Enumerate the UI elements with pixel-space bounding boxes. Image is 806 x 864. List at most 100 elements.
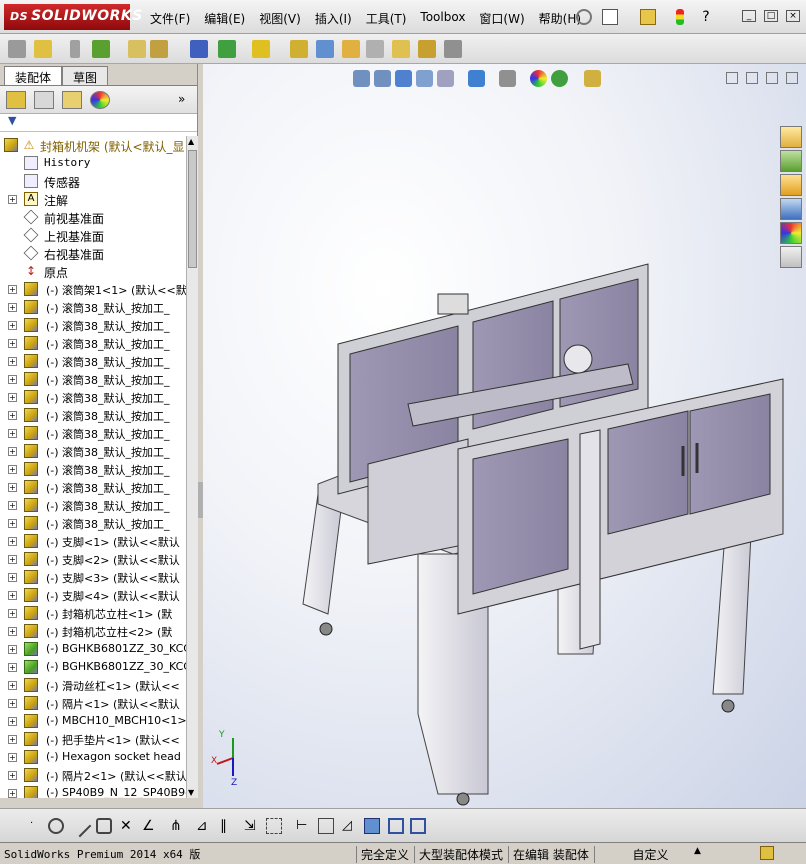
appearance-icon[interactable] (530, 70, 547, 87)
front-post[interactable] (579, 429, 601, 650)
triangle-icon[interactable]: ◿ (342, 818, 358, 834)
component-row[interactable]: + (-) 支脚<2> (默认<<默认 (0, 550, 186, 568)
expand-icon[interactable]: + (8, 429, 17, 438)
restore-icon[interactable]: □ (764, 10, 778, 22)
component-row[interactable]: + (-) BGHKB6801ZZ_30_KCC_ (0, 640, 186, 658)
filter-icon[interactable]: ▼ (8, 114, 16, 127)
component-row[interactable]: + (-) 支脚<1> (默认<<默认 (0, 532, 186, 550)
expand-icon[interactable]: + (8, 357, 17, 366)
open-icon[interactable] (640, 9, 656, 25)
expand-icon[interactable]: + (8, 627, 17, 636)
component-row[interactable]: + (-) 封箱机芯立柱<1> (默 (0, 604, 186, 622)
tree-item[interactable]: + A 注解 (0, 190, 186, 208)
component-row[interactable]: + (-) 滚筒38_默认_按加工_ (0, 334, 186, 352)
view-orientation-icon[interactable] (468, 70, 485, 87)
tree-item[interactable]: History (0, 154, 186, 172)
update-speedpak-icon[interactable] (418, 40, 436, 58)
expand-icon[interactable]: + (8, 681, 17, 690)
window-icon[interactable] (388, 818, 404, 834)
expand-icon[interactable]: + (8, 735, 17, 744)
angle-icon[interactable]: ∠ (142, 818, 158, 834)
instant3d-icon[interactable] (392, 40, 410, 58)
configuration-manager-icon[interactable] (62, 91, 82, 109)
paperclip-icon[interactable] (70, 40, 80, 58)
solidworks-logo[interactable]: DS SOLIDWORKS (4, 4, 142, 30)
close-icon[interactable]: × (786, 10, 800, 22)
display-manager-icon[interactable] (90, 91, 110, 109)
grid-icon[interactable] (266, 818, 282, 834)
menu-file[interactable]: 文件(F) (150, 10, 190, 27)
assembly-model[interactable] (288, 194, 788, 814)
component-row[interactable]: + (-) 滚筒38_默认_按加工_ (0, 298, 186, 316)
expand-icon[interactable]: + (8, 303, 17, 312)
circle-icon[interactable] (48, 818, 64, 834)
component-row[interactable]: + (-) 滚筒架1<1> (默认<<默 (0, 280, 186, 298)
tree-item[interactable]: 传感器 (0, 172, 186, 190)
help-icon[interactable]: ? (698, 9, 714, 25)
tree-item[interactable]: 上视基准面 (0, 226, 186, 244)
design-library-icon[interactable] (780, 150, 802, 172)
component-row[interactable]: + (-) 滚筒38_默认_按加工_ (0, 424, 186, 442)
component-row[interactable]: + (-) 支脚<4> (默认<<默认 (0, 586, 186, 604)
component-row[interactable]: + (-) 滑动丝杠<1> (默认<< (0, 676, 186, 694)
tree-item[interactable]: 前视基准面 (0, 208, 186, 226)
expand-icon[interactable]: + (8, 609, 17, 618)
component-row[interactable]: + (-) 滚筒38_默认_按加工_ (0, 316, 186, 334)
scene-icon[interactable] (551, 70, 568, 87)
status-up-arrow-icon[interactable]: ▲ (694, 846, 701, 856)
reference-geometry-icon[interactable] (252, 40, 270, 58)
roller-bracket[interactable] (437, 293, 469, 315)
move-entities-icon[interactable]: ⇲ (244, 818, 260, 834)
component-row[interactable]: + (-) 滚筒38_默认_按加工_ (0, 460, 186, 478)
assembly-features-icon[interactable] (218, 40, 236, 58)
rebuild-icon[interactable] (676, 9, 684, 25)
component-row[interactable]: + (-) 滚筒38_默认_按加工_ (0, 370, 186, 388)
tab-sketch[interactable]: 草图 (62, 66, 109, 85)
expand-icon[interactable]: + (8, 411, 17, 420)
component-row[interactable]: + (-) 滚筒38_默认_按加工_ (0, 496, 186, 514)
expand-icon[interactable]: + (8, 663, 17, 672)
split-icon[interactable] (746, 72, 758, 84)
tree-item[interactable]: 右视基准面 (0, 244, 186, 262)
expand-icon[interactable]: + (8, 537, 17, 546)
menu-toolbox[interactable]: Toolbox (420, 10, 465, 27)
point-icon[interactable]: · (30, 818, 46, 834)
expand-icon[interactable]: + (8, 321, 17, 330)
parallel-icon[interactable]: ∥ (220, 818, 236, 834)
expand-icon[interactable]: + (8, 771, 17, 780)
exploded-view-icon[interactable] (342, 40, 360, 58)
cube-icon[interactable] (364, 818, 380, 834)
tree-scrollbar[interactable]: ▲ ▼ (186, 136, 198, 798)
tab-assembly[interactable]: 装配体 (4, 66, 63, 85)
feature-manager-icon[interactable] (6, 91, 26, 109)
menu-edit[interactable]: 编辑(E) (204, 10, 245, 27)
table-icon[interactable] (318, 818, 334, 834)
component-row[interactable]: + (-) Hexagon socket head (0, 748, 186, 766)
menu-window[interactable]: 窗口(W) (479, 10, 524, 27)
caster-1[interactable] (319, 622, 333, 636)
tape-roller[interactable] (563, 344, 593, 374)
scroll-thumb[interactable] (188, 150, 197, 268)
scroll-up-icon[interactable]: ▲ (188, 137, 194, 146)
expand-icon[interactable]: + (8, 519, 17, 528)
restore-view-icon[interactable] (766, 72, 778, 84)
front-panel-left[interactable] (472, 438, 569, 595)
display-style-icon[interactable] (499, 70, 516, 87)
expand-icon[interactable]: + (8, 573, 17, 582)
expand-icon[interactable]: + (8, 483, 17, 492)
component-row[interactable]: + (-) MBCH10_MBCH10<1> ( (0, 712, 186, 730)
component-row[interactable]: + (-) 隔片2<1> (默认<<默认 (0, 766, 186, 784)
snapshot-icon[interactable] (444, 40, 462, 58)
expand-icon[interactable]: + (8, 591, 17, 600)
component-row[interactable]: + (-) 隔片<1> (默认<<默认 (0, 694, 186, 712)
custom-units-button[interactable]: 自定义 (594, 846, 702, 863)
scroll-down-icon[interactable]: ▼ (188, 788, 194, 797)
new-document-icon[interactable] (602, 9, 618, 25)
new-motion-study-icon[interactable] (290, 40, 308, 58)
line-icon[interactable] (68, 814, 92, 838)
trim-icon[interactable]: ✕ (120, 818, 136, 834)
bill-of-materials-icon[interactable] (316, 40, 334, 58)
zoom-to-fit-icon[interactable] (353, 70, 370, 87)
dynamic-annotation-icon[interactable] (437, 70, 454, 87)
leg-back-left[interactable] (302, 493, 344, 615)
